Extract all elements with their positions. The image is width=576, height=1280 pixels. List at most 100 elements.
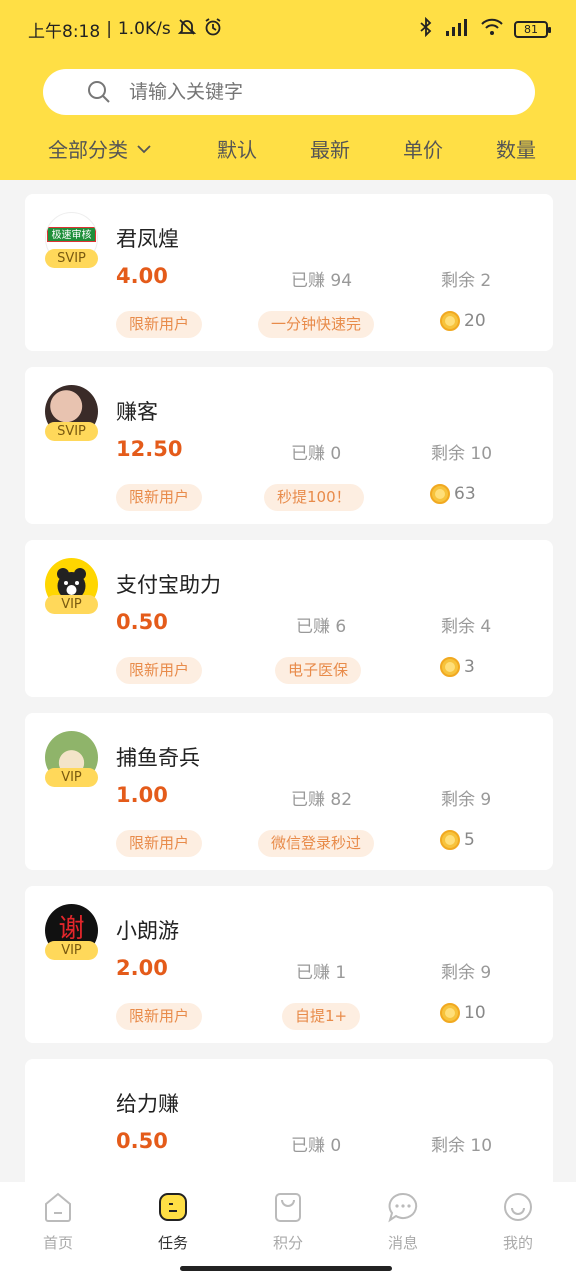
task-remaining: 剩余 9 xyxy=(441,790,492,810)
task-earned: 已赚 0 xyxy=(291,444,342,464)
task-price: 0.50 xyxy=(116,1129,168,1153)
task-price: 1.00 xyxy=(116,783,168,807)
tab-home[interactable]: 首页 xyxy=(23,1190,93,1253)
tag-new-user: 限新用户 xyxy=(116,657,203,684)
task-name: 支付宝助力 xyxy=(116,573,221,597)
header: 上午8:18 | 1.0K/s 81 请输入关键字 全部分类 默认 最新 单价 … xyxy=(0,0,576,180)
tab-tasks-label: 任务 xyxy=(157,1234,188,1252)
search-input[interactable] xyxy=(129,81,509,103)
tag-new-user: 限新用户 xyxy=(116,311,203,338)
points-display: 3 xyxy=(440,657,475,677)
task-remaining: 剩余 9 xyxy=(441,963,492,983)
points-display: 63 xyxy=(430,484,476,504)
points-value: 3 xyxy=(464,657,475,677)
alarm-icon xyxy=(203,17,223,42)
home-indicator xyxy=(180,1266,392,1271)
vip-badge: VIP xyxy=(45,941,98,960)
task-name: 小朗游 xyxy=(116,919,179,943)
filter-default[interactable]: 默认 xyxy=(217,134,257,163)
tab-mine-label: 我的 xyxy=(502,1234,533,1252)
avatar: 谢 VIP xyxy=(45,904,98,966)
chevron-down-icon xyxy=(136,136,152,160)
tab-messages[interactable]: 消息 xyxy=(368,1190,438,1253)
vip-badge: VIP xyxy=(45,595,98,614)
task-earned: 已赚 94 xyxy=(291,271,353,291)
filter-all-label: 全部分类 xyxy=(48,137,128,162)
signal-icon xyxy=(444,17,470,42)
tab-mine[interactable]: 我的 xyxy=(483,1190,553,1253)
task-remaining: 剩余 4 xyxy=(441,617,492,637)
vip-badge: SVIP xyxy=(45,249,98,268)
tab-points[interactable]: 积分 xyxy=(253,1190,323,1253)
task-earned: 已赚 1 xyxy=(296,963,347,983)
avatar: SVIP xyxy=(45,385,98,447)
tag-new-user: 限新用户 xyxy=(116,830,203,857)
vip-badge: SVIP xyxy=(45,422,98,441)
task-price: 4.00 xyxy=(116,264,168,288)
task-remaining: 剩余 10 xyxy=(431,1136,493,1156)
filter-bar: 全部分类 默认 最新 单价 数量 xyxy=(0,126,576,170)
task-name: 赚客 xyxy=(116,400,158,424)
profile-icon xyxy=(501,1190,535,1228)
points-display: 10 xyxy=(440,1003,486,1023)
tag-feature: 一分钟快速完 xyxy=(258,311,375,338)
tag-new-user: 限新用户 xyxy=(116,1003,203,1030)
tag-feature: 电子医保 xyxy=(275,657,362,684)
avatar: VIP xyxy=(45,558,98,620)
coin-icon xyxy=(430,484,450,504)
mute-icon xyxy=(177,17,197,42)
tab-tasks[interactable]: 任务 xyxy=(138,1190,208,1253)
task-list: 极速审核 SVIP 君凤煌 4.00 已赚 94 剩余 2 限新用户 一分钟快速… xyxy=(0,180,576,1182)
avatar: 极速审核 SVIP xyxy=(45,212,98,274)
message-icon xyxy=(386,1190,420,1228)
coin-icon xyxy=(440,1003,460,1023)
points-display: 5 xyxy=(440,830,475,850)
task-earned: 已赚 82 xyxy=(291,790,353,810)
tab-home-label: 首页 xyxy=(42,1234,73,1252)
task-card[interactable]: VIP 捕鱼奇兵 1.00 已赚 82 剩余 9 限新用户 微信登录秒过 5 xyxy=(25,713,553,870)
tag-feature: 微信登录秒过 xyxy=(258,830,375,857)
search-bar[interactable] xyxy=(43,69,535,115)
task-card[interactable]: SVIP 赚客 12.50 已赚 0 剩余 10 限新用户 秒提100！ 63 xyxy=(25,367,553,524)
filter-quantity[interactable]: 数量 xyxy=(496,134,536,163)
filter-unit-price[interactable]: 单价 xyxy=(403,134,443,163)
wifi-icon xyxy=(480,17,504,42)
home-icon xyxy=(41,1190,75,1228)
bluetooth-icon xyxy=(418,16,434,42)
task-earned: 已赚 0 xyxy=(291,1136,342,1156)
coin-icon xyxy=(440,311,460,331)
tag-feature: 自提1+ xyxy=(282,1003,361,1030)
status-speed: 1.0K/s xyxy=(117,19,171,39)
battery-icon: 81 xyxy=(514,20,551,38)
task-card[interactable]: 谢 VIP 小朗游 2.00 已赚 1 剩余 9 限新用户 自提1+ 10 xyxy=(25,886,553,1043)
tasks-icon xyxy=(156,1190,190,1228)
task-name: 君凤煌 xyxy=(116,227,179,251)
task-card[interactable]: 给力赚 0.50 已赚 0 剩余 10 xyxy=(25,1059,553,1182)
task-price: 12.50 xyxy=(116,437,183,461)
avatar-logo-text: 极速审核 xyxy=(47,227,96,242)
task-card[interactable]: VIP 支付宝助力 0.50 已赚 6 剩余 4 限新用户 电子医保 3 xyxy=(25,540,553,697)
task-remaining: 剩余 2 xyxy=(441,271,492,291)
filter-newest[interactable]: 最新 xyxy=(310,134,350,163)
task-name: 捕鱼奇兵 xyxy=(116,746,200,770)
filter-all-categories[interactable]: 全部分类 xyxy=(48,134,152,163)
points-value: 5 xyxy=(464,830,475,850)
task-card[interactable]: 极速审核 SVIP 君凤煌 4.00 已赚 94 剩余 2 限新用户 一分钟快速… xyxy=(25,194,553,351)
points-icon xyxy=(271,1190,305,1228)
status-time: 上午8:18 xyxy=(28,21,101,42)
search-icon xyxy=(87,80,111,104)
points-value: 20 xyxy=(464,311,486,331)
avatar-logo-text: 谢 xyxy=(58,914,85,944)
points-value: 10 xyxy=(464,1003,486,1023)
tab-points-label: 积分 xyxy=(272,1234,303,1252)
task-name: 给力赚 xyxy=(116,1092,179,1116)
vip-badge: VIP xyxy=(45,768,98,787)
tag-feature: 秒提100！ xyxy=(264,484,364,511)
task-price: 2.00 xyxy=(116,956,168,980)
coin-icon xyxy=(440,657,460,677)
task-remaining: 剩余 10 xyxy=(431,444,493,464)
status-bar: 上午8:18 | 1.0K/s 81 xyxy=(28,14,551,44)
task-price: 0.50 xyxy=(116,610,168,634)
task-earned: 已赚 6 xyxy=(296,617,347,637)
points-value: 63 xyxy=(454,484,476,504)
